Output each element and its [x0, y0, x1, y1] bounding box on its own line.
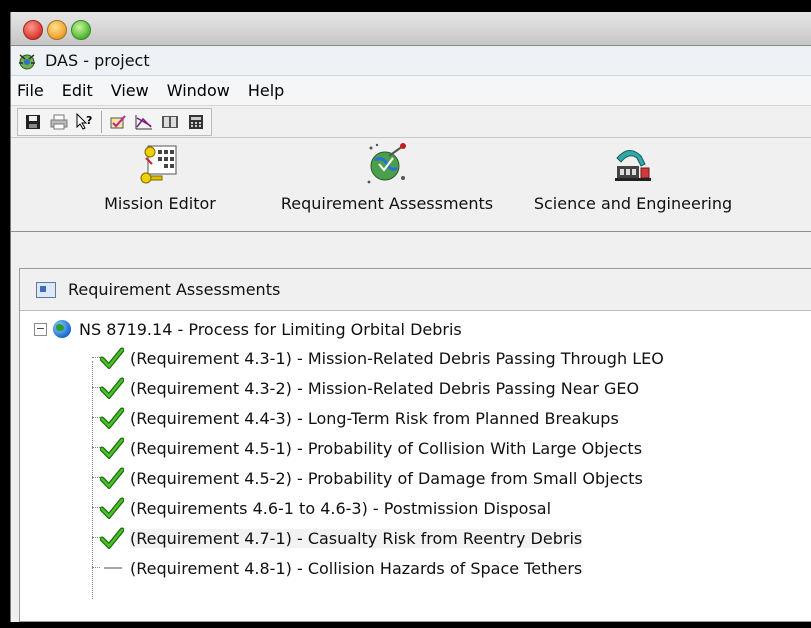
science-engineering-label: Science and Engineering — [533, 194, 733, 213]
window-titlebar — [11, 12, 811, 46]
menu-window[interactable]: Window — [167, 81, 230, 100]
tree-item-label: (Requirement 4.3-2) - Mission-Related De… — [130, 378, 640, 398]
app-icon — [17, 51, 37, 71]
check-icon — [100, 437, 124, 459]
tree-item[interactable]: (Requirement 4.5-1) - Probability of Col… — [20, 433, 811, 463]
app-window: DAS - project File Edit View Window Help… — [10, 12, 811, 622]
tree-connector — [92, 507, 100, 508]
tree-item-label: (Requirement 4.5-1) - Probability of Col… — [130, 438, 643, 458]
mission-editor-button[interactable]: Mission Editor — [85, 142, 235, 213]
tree-item[interactable]: (Requirement 4.3-2) - Mission-Related De… — [20, 373, 811, 403]
toolbar-separator — [101, 110, 102, 133]
chart-icon[interactable] — [133, 111, 155, 133]
app-title: DAS - project — [45, 51, 150, 70]
requirement-assessments-label: Requirement Assessments — [280, 194, 494, 213]
check-icon — [100, 407, 124, 429]
tree-connector — [92, 357, 100, 358]
mission-editor-icon — [138, 142, 182, 186]
tree-connector — [92, 477, 100, 478]
tree-connector — [92, 447, 100, 448]
panel-title: Requirement Assessments — [68, 280, 281, 299]
help-cursor-icon[interactable]: ? — [74, 111, 96, 133]
menu-view[interactable]: View — [111, 81, 149, 100]
requirements-tree: − NS 8719.14 - Process for Limiting Orbi… — [20, 311, 811, 599]
window-icon — [36, 281, 56, 298]
science-engineering-button[interactable]: Science and Engineering — [519, 142, 747, 213]
maximize-button[interactable] — [71, 20, 91, 40]
requirement-assessments-panel: Requirement Assessments − NS 8719.14 - P… — [19, 268, 811, 622]
check-icon — [100, 527, 124, 549]
tree-connector — [92, 417, 100, 418]
tree-item-label: (Requirement 4.5-2) - Probability of Dam… — [130, 468, 643, 488]
calculator-icon[interactable] — [185, 111, 207, 133]
tree-root-label: NS 8719.14 - Process for Limiting Orbita… — [79, 319, 462, 339]
toolbar-group: ? — [17, 107, 212, 136]
check-icon — [100, 347, 124, 369]
panel-header: Requirement Assessments — [20, 269, 811, 311]
tree-item-label: (Requirement 4.3-1) - Mission-Related De… — [130, 348, 664, 368]
menu-help[interactable]: Help — [248, 81, 284, 100]
book-icon[interactable] — [159, 111, 181, 133]
not-applicable-icon — [100, 557, 124, 579]
menu-file[interactable]: File — [17, 81, 44, 100]
tree-item-label: (Requirement 4.8-1) - Collision Hazards … — [130, 558, 583, 578]
toolbar: ? — [11, 106, 811, 138]
tree-item-label: (Requirements 4.6-1 to 4.6-3) - Postmiss… — [130, 498, 552, 518]
science-engineering-icon — [611, 142, 655, 186]
minimize-button[interactable] — [47, 20, 67, 40]
check-icon — [100, 467, 124, 489]
tree-item[interactable]: (Requirements 4.6-1 to 4.6-3) - Postmiss… — [20, 493, 811, 523]
tree-item[interactable]: (Requirement 4.4-3) - Long-Term Risk fro… — [20, 403, 811, 433]
print-icon[interactable] — [48, 111, 70, 133]
tree-connector — [92, 567, 100, 568]
tree-item[interactable]: (Requirement 4.3-1) - Mission-Related De… — [20, 343, 811, 373]
tree-root[interactable]: − NS 8719.14 - Process for Limiting Orbi… — [20, 315, 811, 343]
requirement-assessments-button[interactable]: Requirement Assessments — [267, 142, 507, 213]
tree-item-selected[interactable]: (Requirement 4.7-1) - Casualty Risk from… — [20, 523, 811, 553]
menu-bar: File Edit View Window Help — [11, 76, 811, 106]
requirement-assessments-icon — [365, 142, 409, 186]
menu-edit[interactable]: Edit — [62, 81, 93, 100]
svg-text:?: ? — [86, 114, 92, 127]
collapse-icon[interactable]: − — [34, 322, 47, 336]
mission-editor-label: Mission Editor — [104, 194, 216, 213]
check-icon — [100, 377, 124, 399]
globe-icon — [53, 320, 71, 338]
tree-item-label: (Requirement 4.7-1) - Casualty Risk from… — [130, 528, 583, 548]
tree-connector — [92, 387, 100, 388]
close-button[interactable] — [23, 20, 43, 40]
save-icon[interactable] — [22, 111, 44, 133]
assess-icon[interactable] — [107, 111, 129, 133]
tree-item-label: (Requirement 4.4-3) - Long-Term Risk fro… — [130, 408, 619, 428]
check-icon — [100, 497, 124, 519]
tree-item[interactable]: (Requirement 4.8-1) - Collision Hazards … — [20, 553, 811, 583]
launcher-bar: Mission Editor Requirement Assessments S… — [11, 138, 811, 232]
app-titlebar: DAS - project — [11, 46, 811, 76]
tree-item[interactable]: (Requirement 4.5-2) - Probability of Dam… — [20, 463, 811, 493]
tree-connector — [92, 537, 100, 538]
